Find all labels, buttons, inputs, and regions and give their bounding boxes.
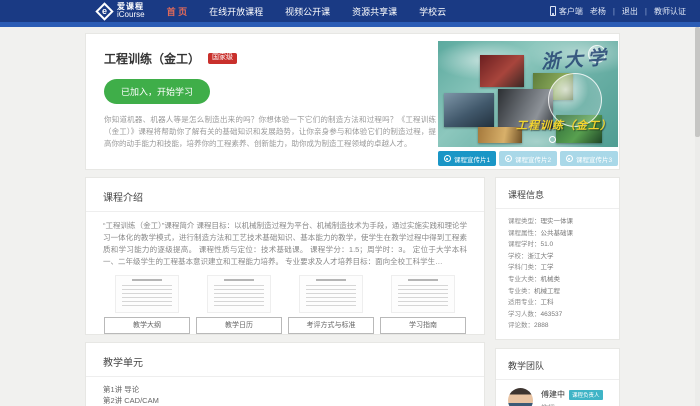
promo-video-3-button[interactable]: 课程宣传片3 [560, 151, 618, 166]
course-intro-body: “工程训练（金工）”课程简介 课程目标：以机械制造过程为平台、机械制造技术为手段… [86, 212, 484, 273]
header-separator: | [613, 7, 615, 16]
logo-text: 爱课程 iCourse [117, 3, 145, 20]
play-icon [566, 155, 573, 162]
play-icon [505, 155, 512, 162]
info-course-type: 课程类型：理实一体课 [508, 216, 607, 228]
play-icon [444, 155, 451, 162]
banner-ring [549, 136, 556, 143]
main-nav: 首 页 在线开放课程 视频公开课 资源共享课 学校云 [167, 5, 447, 18]
unit-item-2[interactable]: 第2讲 CAD/CAM [103, 395, 467, 406]
promo-video-2-label: 课程宣传片2 [515, 154, 551, 164]
calendar-button[interactable]: 教学日历 [196, 317, 282, 334]
course-leader-badge: 课程负责人 [569, 390, 603, 400]
teaching-team-card: 教学团队 傅建中 课程负责人 教授 [495, 348, 620, 406]
assessment-button[interactable]: 考评方式与标准 [288, 317, 374, 334]
nav-video-open-courses[interactable]: 视频公开课 [285, 5, 330, 18]
info-comment-count: 评论数：2888 [508, 320, 607, 332]
teaching-team-heading: 教学团队 [496, 349, 619, 380]
info-applicable-major: 适用专业：工科 [508, 297, 607, 309]
username-link[interactable]: 老杨 [590, 6, 606, 17]
document-thumbnail [299, 275, 363, 313]
nav-school-cloud[interactable]: 学校云 [419, 5, 446, 18]
document-thumbnail [115, 275, 179, 313]
document-thumbnail [207, 275, 271, 313]
header-user-area: 客户端 老杨 | 退出 | 教师认证 [550, 0, 686, 22]
course-info-card: 课程信息 课程类型：理实一体课 课程属性：公共基础课 课程学时：51.0 学校：… [495, 177, 620, 340]
nav-home[interactable]: 首 页 [167, 5, 188, 18]
course-docs-row: 教学大纲 教学日历 考评方式与标准 学习指南 [86, 273, 484, 334]
course-intro-card: 课程介绍 “工程训练（金工）”课程简介 课程目标：以机械制造过程为平台、机械制造… [85, 177, 485, 335]
course-description: 你知道机器、机器人等是怎么制造出来的吗？你想体验一下它们的制造方法和过程吗？《工… [104, 114, 436, 150]
course-banner-image: 浙大学 工程训练（金工） [438, 41, 618, 147]
teacher-avatar [508, 388, 533, 406]
course-info-heading: 课程信息 [496, 178, 619, 209]
teaching-units-card: 教学单元 第1讲 导论 第2讲 CAD/CAM 第3讲 数车 第4讲 数铣 第5… [85, 342, 485, 406]
join-course-button[interactable]: 已加入，开始学习 [104, 79, 210, 104]
scrollbar-thumb[interactable] [695, 27, 700, 137]
doc-study-guide[interactable]: 学习指南 [378, 275, 468, 334]
unit-item-1[interactable]: 第1讲 导论 [103, 384, 467, 395]
banner-course-title: 工程训练（金工） [516, 117, 612, 133]
top-navbar: e 爱课程 iCourse 首 页 在线开放课程 视频公开课 资源共享课 学校云… [0, 0, 700, 27]
banner-calligraphy: 浙大学 [540, 43, 611, 75]
info-course-hours: 课程学时：51.0 [508, 239, 607, 251]
info-major-category: 专业大类：机械类 [508, 274, 607, 286]
teacher-cert-link[interactable]: 教师认证 [654, 6, 686, 17]
nav-open-courses[interactable]: 在线开放课程 [209, 5, 263, 18]
info-course-attribute: 课程属性：公共基础课 [508, 228, 607, 240]
syllabus-button[interactable]: 教学大纲 [104, 317, 190, 334]
icourse-logo[interactable]: e 爱课程 iCourse [98, 3, 145, 20]
phone-icon [550, 6, 556, 16]
page-scrollbar[interactable] [695, 27, 700, 406]
nav-resource-share-courses[interactable]: 资源共享课 [352, 5, 397, 18]
member-info: 傅建中 课程负责人 教授 [541, 388, 603, 406]
promo-video-buttons: 课程宣传片1 课程宣传片2 课程宣传片3 [438, 151, 618, 166]
info-discipline: 学科门类：工学 [508, 262, 607, 274]
info-learner-count: 学习人数：463537 [508, 309, 607, 321]
header-separator: | [645, 7, 647, 16]
banner-photo-tile [444, 93, 494, 127]
teaching-units-heading: 教学单元 [86, 343, 484, 377]
course-hero-card: 工程训练（金工） 国家级 已加入，开始学习 你知道机器、机器人等是怎么制造出来的… [85, 33, 620, 170]
promo-video-1-button[interactable]: 课程宣传片1 [438, 151, 496, 166]
team-member-row[interactable]: 傅建中 课程负责人 教授 [496, 380, 619, 406]
course-info-list: 课程类型：理实一体课 课程属性：公共基础课 课程学时：51.0 学校：浙江大学 … [496, 209, 619, 339]
doc-syllabus[interactable]: 教学大纲 [102, 275, 192, 334]
document-thumbnail [391, 275, 455, 313]
info-major-class: 专业类：机械工程 [508, 286, 607, 298]
logout-link[interactable]: 退出 [622, 6, 638, 17]
promo-video-1-label: 课程宣传片1 [454, 154, 490, 164]
course-title: 工程训练（金工） [104, 50, 200, 67]
teacher-name[interactable]: 傅建中 [541, 389, 565, 400]
unit-list: 第1讲 导论 第2讲 CAD/CAM 第3讲 数车 第4讲 数铣 第5讲 增材制… [86, 377, 484, 406]
client-link[interactable]: 客户端 [550, 6, 583, 17]
course-intro-heading: 课程介绍 [86, 178, 484, 212]
study-guide-button[interactable]: 学习指南 [380, 317, 466, 334]
promo-video-3-label: 课程宣传片3 [576, 154, 612, 164]
promo-video-2-button[interactable]: 课程宣传片2 [499, 151, 557, 166]
doc-calendar[interactable]: 教学日历 [194, 275, 284, 334]
national-level-badge: 国家级 [208, 53, 237, 64]
client-label: 客户端 [559, 6, 583, 17]
icourse-logo-icon: e [95, 2, 113, 20]
banner-photo-tile [480, 55, 524, 87]
logo-subtitle: iCourse [117, 11, 145, 19]
info-school: 学校：浙江大学 [508, 251, 607, 263]
doc-assessment[interactable]: 考评方式与标准 [286, 275, 376, 334]
